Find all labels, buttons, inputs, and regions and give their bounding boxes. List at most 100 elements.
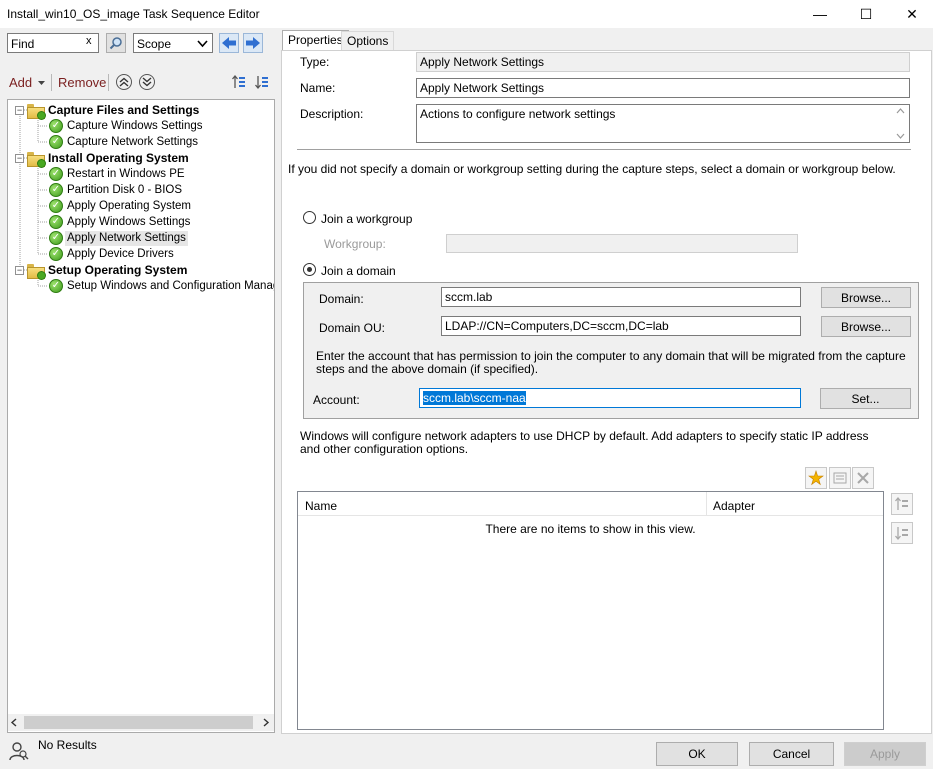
account-input[interactable]: sccm.lab\sccm-naa — [419, 388, 801, 408]
domain-ou-input[interactable]: LDAP://CN=Computers,DC=sccm,DC=lab — [441, 316, 801, 336]
tree-item-label: Capture Windows Settings — [67, 119, 203, 132]
adapters-info-text: Windows will configure network adapters … — [300, 429, 869, 456]
cancel-button[interactable]: Cancel — [749, 742, 834, 766]
column-header-adapter[interactable]: Adapter — [713, 499, 755, 513]
domain-browse-button[interactable]: Browse... — [821, 287, 911, 308]
new-adapter-button[interactable] — [805, 467, 827, 489]
scroll-up-icon[interactable] — [896, 108, 905, 114]
collapse-icon[interactable]: − — [15, 105, 24, 115]
sort-up-button[interactable] — [231, 74, 247, 90]
collapse-icon[interactable]: − — [15, 153, 24, 163]
scroll-down-icon[interactable] — [896, 133, 905, 139]
search-icon — [109, 37, 122, 50]
adapters-list[interactable]: Name Adapter There are no items to show … — [297, 491, 884, 730]
title-bar: Install_win10_OS_image Task Sequence Edi… — [0, 0, 933, 28]
tree-item[interactable]: ✓ Restart in Windows PE — [49, 166, 187, 182]
move-down-button[interactable] — [139, 74, 155, 90]
tab-properties[interactable]: Properties — [282, 30, 349, 51]
workgroup-input — [446, 234, 798, 253]
description-text: Actions to configure network settings — [420, 107, 616, 121]
type-field: Apply Network Settings — [416, 52, 910, 72]
scope-select[interactable]: Scope — [133, 33, 213, 53]
add-label: Add — [9, 75, 33, 90]
check-icon: ✓ — [49, 183, 63, 197]
edit-adapter-button[interactable] — [829, 467, 851, 489]
check-icon: ✓ — [49, 231, 63, 245]
empty-list-text: There are no items to show in this view. — [485, 522, 696, 536]
tree-item[interactable]: ✓ Capture Network Settings — [49, 134, 200, 150]
account-label: Account: — [313, 393, 360, 407]
type-label: Type: — [300, 55, 330, 69]
tree-item-selected[interactable]: ✓ Apply Network Settings — [49, 230, 188, 246]
tree-item-label: Apply Device Drivers — [67, 247, 174, 260]
join-workgroup-radio[interactable] — [303, 211, 316, 224]
join-domain-label: Join a domain — [321, 264, 396, 278]
tree-item[interactable]: ✓ Setup Windows and Configuration Manage… — [49, 278, 275, 294]
minimize-icon: — — [813, 6, 827, 22]
scrollbar-thumb[interactable] — [24, 716, 253, 729]
domain-ou-browse-button[interactable]: Browse... — [821, 316, 911, 337]
find-input[interactable]: Find x — [7, 33, 99, 53]
tree-item[interactable]: ✓ Capture Windows Settings — [49, 118, 205, 134]
column-header-name[interactable]: Name — [305, 499, 337, 513]
find-clear-icon[interactable]: x — [86, 35, 92, 47]
name-input[interactable]: Apply Network Settings — [416, 78, 910, 98]
remove-button[interactable]: Remove — [58, 75, 106, 90]
tree-item[interactable]: ✓ Partition Disk 0 - BIOS — [49, 182, 184, 198]
chevron-down-icon — [197, 40, 208, 48]
tree-group-setup-os[interactable]: − Setup Operating System — [15, 262, 189, 280]
task-sequence-tree[interactable]: − Capture Files and Settings ✓ Capture W… — [7, 99, 275, 733]
account-selected-text: sccm.lab\sccm-naa — [423, 391, 526, 405]
move-adapter-up-button[interactable] — [891, 493, 913, 515]
set-account-button[interactable]: Set... — [820, 388, 911, 409]
sort-down-icon — [255, 76, 268, 90]
tree-item-label: Partition Disk 0 - BIOS — [67, 183, 183, 196]
status-text: No Results — [38, 738, 97, 752]
scope-select-value: Scope — [137, 37, 172, 51]
scroll-left-icon[interactable] — [10, 718, 18, 727]
check-icon: ✓ — [49, 247, 63, 261]
arrow-right-icon — [246, 37, 260, 49]
maximize-button[interactable]: ☐ — [843, 0, 889, 28]
find-input-text: Find — [11, 37, 35, 51]
tree-group-capture-files[interactable]: − Capture Files and Settings — [15, 102, 201, 120]
sort-down-button[interactable] — [254, 74, 270, 90]
search-button[interactable] — [106, 33, 126, 53]
tree-item-label: Capture Network Settings — [67, 135, 199, 148]
collapse-icon[interactable]: − — [15, 265, 24, 275]
domain-input[interactable]: sccm.lab — [441, 287, 801, 307]
tree-item-label: Setup Windows and Configuration Manager — [67, 279, 275, 292]
close-button[interactable]: ✕ — [889, 0, 933, 28]
properties-panel: Type: Apply Network Settings Name: Apply… — [281, 50, 932, 734]
ok-button[interactable]: OK — [656, 742, 738, 766]
move-down-icon — [142, 77, 152, 87]
no-results-icon — [9, 742, 29, 761]
tree-item[interactable]: ✓ Apply Device Drivers — [49, 246, 176, 262]
tree-group-install-os[interactable]: − Install Operating System — [15, 150, 191, 168]
minimize-button[interactable]: — — [797, 0, 843, 28]
check-icon: ✓ — [49, 199, 63, 213]
description-input[interactable]: Actions to configure network settings — [416, 104, 910, 143]
move-up-button[interactable] — [116, 74, 132, 90]
tree-item[interactable]: ✓ Apply Operating System — [49, 198, 193, 214]
tree-horizontal-scrollbar[interactable] — [8, 714, 274, 731]
move-up-icon — [119, 77, 129, 87]
tab-options[interactable]: Options — [341, 31, 395, 50]
scroll-right-icon[interactable] — [262, 718, 270, 727]
forward-button[interactable] — [243, 33, 263, 53]
properties-icon — [833, 472, 847, 484]
folder-icon — [27, 103, 46, 120]
join-domain-radio[interactable] — [303, 263, 316, 276]
check-icon: ✓ — [49, 167, 63, 181]
add-menu-button[interactable]: Add — [9, 75, 46, 90]
back-button[interactable] — [219, 33, 239, 53]
sort-up-icon — [895, 496, 908, 510]
tree-group-label: Install Operating System — [48, 150, 189, 165]
name-label: Name: — [300, 81, 336, 95]
tree-group-label: Capture Files and Settings — [48, 102, 200, 117]
tree-item[interactable]: ✓ Apply Windows Settings — [49, 214, 192, 230]
delete-adapter-button[interactable] — [852, 467, 874, 489]
toolbar-separator — [51, 74, 52, 91]
move-adapter-down-button[interactable] — [891, 522, 913, 544]
apply-button[interactable]: Apply — [844, 742, 926, 766]
